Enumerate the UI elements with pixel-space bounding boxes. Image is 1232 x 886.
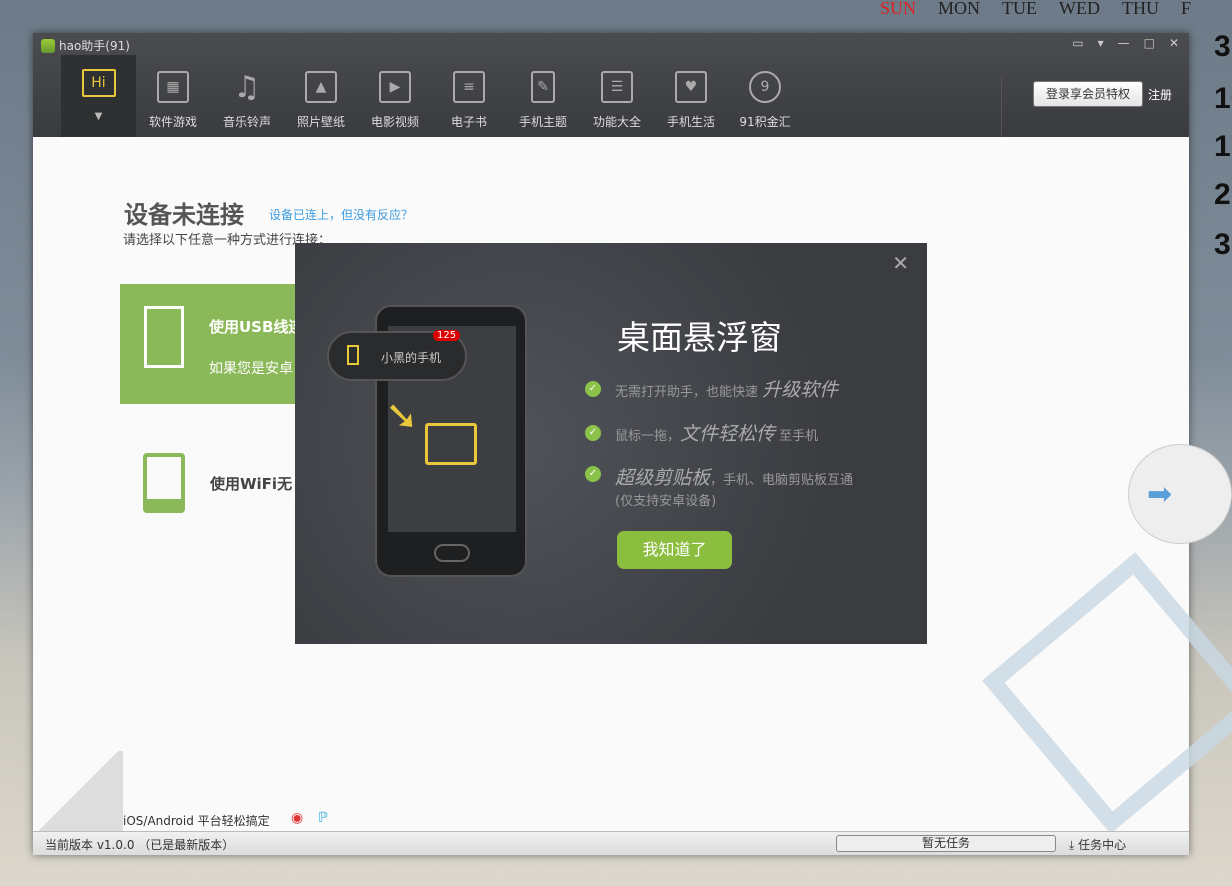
nav-item[interactable]: ☰ 功能大全 xyxy=(580,55,654,137)
feedback-icon[interactable]: ▭ xyxy=(1072,36,1083,50)
feature-highlight: 超级剪贴板 xyxy=(615,467,711,489)
task-center-label: 任务中心 xyxy=(1078,838,1127,852)
book-icon: ≡ xyxy=(453,71,485,103)
task-status[interactable]: 暂无任务 xyxy=(836,835,1056,852)
nav-item[interactable]: 9 91积金汇 xyxy=(728,55,802,137)
nav-label: 功能大全 xyxy=(592,115,641,129)
version-text: 当前版本 v1.0.0 （已是最新版本） xyxy=(45,838,235,852)
decorative-logo xyxy=(982,552,1232,834)
nav-label: 电影视频 xyxy=(370,115,419,129)
main-nav: Hi ▼ ▦ 软件游戏 ♫ 音乐铃声 ▲ 照片壁纸 ▶ 电影视频 ≡ 电子书 ✎ 手机主题 ☰… xyxy=(61,55,802,137)
life-icon: ♥ xyxy=(675,71,707,103)
apps-icon: ▦ xyxy=(157,71,189,103)
nav-label: 电子书 xyxy=(450,115,487,129)
dialog-close-button[interactable]: ✕ xyxy=(892,251,909,275)
nav-item[interactable]: ✎ 手机主题 xyxy=(506,55,580,137)
window-controls: ▭ ▾ — □ ✕ xyxy=(1072,36,1179,50)
next-arrow-button[interactable]: ➡ xyxy=(1128,444,1232,544)
cal-number: 3 xyxy=(1214,30,1231,63)
usb-connect-option[interactable]: 使用USB线连 如果您是安卓 xyxy=(120,284,320,404)
nav-label: 手机生活 xyxy=(666,115,715,129)
platform-android-apple-icon xyxy=(33,751,123,831)
dialog-title: 桌面悬浮窗 xyxy=(617,318,782,357)
desktop-calendar-days: SUN MON TUE WED THU F xyxy=(880,0,1191,19)
check-icon: ✓ xyxy=(585,380,601,397)
feature-text: 至手机 xyxy=(779,429,819,444)
theme-icon: ✎ xyxy=(531,71,555,103)
nav-item[interactable]: ♫ 音乐铃声 xyxy=(210,55,284,137)
arrow-right-icon: ➡ xyxy=(1147,477,1173,512)
platform-text: iOS/Android 平台轻松搞定 xyxy=(123,814,270,828)
check-icon: ✓ xyxy=(585,424,601,441)
battery-icon xyxy=(347,345,359,365)
title-bar: hao助手(91) xyxy=(41,37,130,54)
cal-day: WED xyxy=(1059,0,1101,18)
divider xyxy=(1001,77,1002,137)
nav-label: 软件游戏 xyxy=(148,115,197,129)
nav-home[interactable]: Hi ▼ xyxy=(61,55,136,137)
feature-highlight: 文件轻松传 xyxy=(680,423,776,445)
feature-text: ，手机、电脑剪贴板互通 xyxy=(710,473,854,488)
nav-label: 91积金汇 xyxy=(739,115,791,129)
feature-text: 无需打开助手，也能快速 xyxy=(615,385,759,400)
dropdown-arrow-icon[interactable]: ▼ xyxy=(95,111,103,122)
nav-item[interactable]: ▦ 软件游戏 xyxy=(136,55,210,137)
folder-icon xyxy=(425,423,477,465)
close-button[interactable]: ✕ xyxy=(1169,36,1179,50)
menu-icon[interactable]: ▾ xyxy=(1098,36,1104,50)
cal-day: TUE xyxy=(1002,0,1038,18)
feature-item: ✓ 鼠标一拖，文件轻松传 至手机 xyxy=(585,419,818,446)
login-button[interactable]: 登录享会员特权 xyxy=(1033,81,1143,107)
music-icon: ♫ xyxy=(233,69,261,105)
feature-text: 鼠标一拖， xyxy=(615,429,681,444)
got-it-button[interactable]: 我知道了 xyxy=(617,531,732,569)
page-title: 设备未连接 xyxy=(124,201,244,229)
feature-note: (仅支持安卓设备) xyxy=(615,494,717,509)
header: hao助手(91) ▭ ▾ — □ ✕ Hi ▼ ▦ 软件游戏 ♫ 音乐铃声 ▲ 照片壁纸 ▶ 电… xyxy=(33,33,1189,137)
cal-day: SUN xyxy=(880,0,917,18)
nav-item[interactable]: ▶ 电影视频 xyxy=(358,55,432,137)
nav-item[interactable]: ▲ 照片壁纸 xyxy=(284,55,358,137)
cal-number: 2 xyxy=(1214,178,1231,211)
wifi-connect-option[interactable]: 使用WiFi无 xyxy=(210,473,292,494)
cal-number: 17 xyxy=(1214,130,1232,163)
window-title: hao助手(91) xyxy=(59,39,130,53)
cal-day: MON xyxy=(938,0,981,18)
weibo-icon[interactable]: ◉ xyxy=(291,810,303,826)
usb-icon xyxy=(144,306,184,368)
check-icon: ✓ xyxy=(585,466,601,482)
tools-icon: ☰ xyxy=(601,71,633,103)
photo-icon: ▲ xyxy=(305,71,337,103)
feature-highlight: 升级软件 xyxy=(762,379,839,401)
status-bar: 当前版本 v1.0.0 （已是最新版本） 暂无任务 ⤓ 任务中心 xyxy=(33,831,1189,855)
hi-icon: Hi xyxy=(81,69,116,97)
qzone-icon[interactable]: ℙ xyxy=(318,810,328,826)
feature-item: ✓ 无需打开助手，也能快速 升级软件 xyxy=(585,375,838,402)
help-link[interactable]: 设备已连上，但没有反应？ xyxy=(269,206,413,223)
nav-item[interactable]: ♥ 手机生活 xyxy=(654,55,728,137)
video-icon: ▶ xyxy=(379,71,411,103)
nav-label: 音乐铃声 xyxy=(222,115,271,129)
minimize-button[interactable]: — xyxy=(1118,36,1130,50)
task-center-button[interactable]: ⤓ 任务中心 xyxy=(1069,836,1126,853)
notification-badge: 125 xyxy=(433,330,461,341)
register-link[interactable]: 注册 xyxy=(1148,86,1172,103)
nav-label: 手机主题 xyxy=(518,115,567,129)
cal-number: 3 xyxy=(1214,228,1231,261)
cal-day: THU xyxy=(1122,0,1160,18)
phone-name: 小黑的手机 xyxy=(381,351,442,365)
coin-icon: 9 xyxy=(749,71,781,103)
feature-item: ✓ 超级剪贴板，手机、电脑剪贴板互通 (仅支持安卓设备) xyxy=(585,463,853,509)
usb-desc: 如果您是安卓 xyxy=(209,361,293,377)
nav-item[interactable]: ≡ 电子书 xyxy=(432,55,506,137)
floating-window-dialog: ✕ ➘ 小黑的手机 125 桌面悬浮窗 ✓ 无需打开助手，也能快速 升级软件 ✓ 鼠… xyxy=(295,243,927,644)
cal-day: F xyxy=(1181,0,1192,18)
wifi-icon xyxy=(143,453,185,513)
nav-label: 照片壁纸 xyxy=(296,115,345,129)
usb-title: 使用USB线连 xyxy=(209,318,304,336)
cal-number: 10 xyxy=(1214,82,1232,115)
arrow-icon: ➘ xyxy=(385,393,419,439)
app-logo-icon xyxy=(41,38,55,53)
maximize-button[interactable]: □ xyxy=(1144,36,1155,50)
